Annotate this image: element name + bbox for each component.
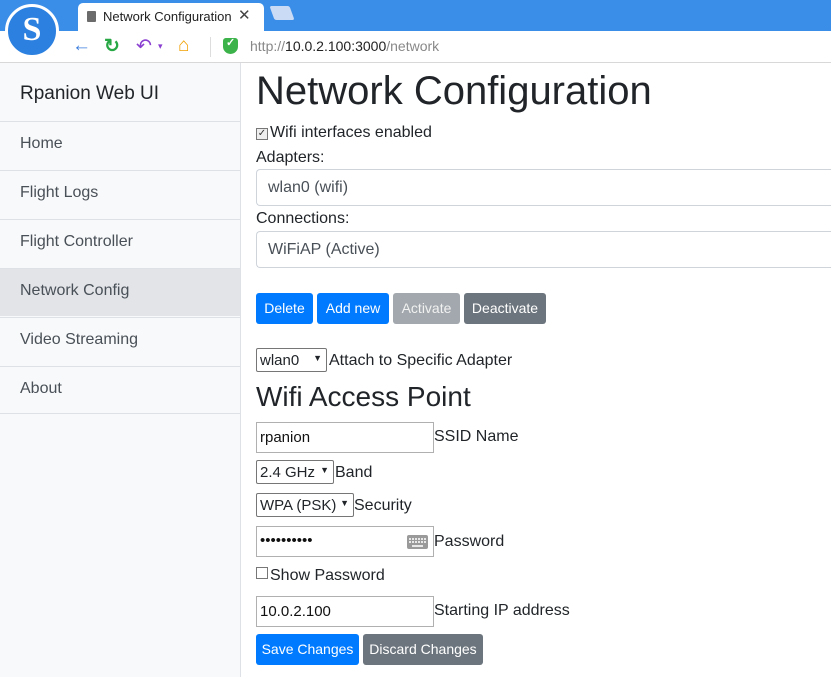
security-label: Security: [354, 497, 412, 514]
band-select[interactable]: 2.4 GHz ▼: [256, 460, 334, 484]
brand-title[interactable]: Rpanion Web UI: [20, 83, 159, 105]
starting-ip-input[interactable]: 10.0.2.100: [256, 596, 434, 627]
band-value: 2.4 GHz: [260, 464, 316, 481]
connections-label: Connections:: [256, 210, 350, 227]
keyboard-icon[interactable]: [407, 535, 428, 549]
shield-icon[interactable]: ✓: [223, 37, 238, 54]
tab-title: Network Configuration: [103, 9, 232, 24]
browser-logo-icon[interactable]: S: [5, 4, 59, 58]
security-select[interactable]: WPA (PSK) ▼: [256, 493, 354, 517]
page-icon: [87, 11, 96, 22]
attach-adapter-select[interactable]: wlan0 ▼: [256, 348, 327, 372]
chevron-down-icon: ▼: [320, 465, 329, 475]
add-new-button[interactable]: Add new: [317, 293, 389, 324]
wifi-enabled-checkbox[interactable]: ✓: [256, 128, 268, 140]
sidebar-item-flight-logs[interactable]: Flight Logs: [0, 170, 240, 218]
ssid-input[interactable]: rpanion: [256, 422, 434, 453]
connection-select-value: WiFiAP (Active): [268, 241, 380, 258]
sidebar-item-label: Video Streaming: [20, 331, 138, 348]
sidebar-item-video-streaming[interactable]: Video Streaming: [0, 317, 240, 365]
adapters-label: Adapters:: [256, 149, 325, 166]
connection-select[interactable]: WiFiAP (Active): [256, 231, 831, 268]
address-bar[interactable]: http://10.0.2.100:3000/network: [250, 38, 439, 54]
ssid-value: rpanion: [260, 429, 311, 446]
sidebar-item-label: Flight Logs: [20, 184, 99, 201]
security-value: WPA (PSK): [260, 497, 337, 514]
close-tab-icon[interactable]: ✕: [238, 6, 251, 24]
attach-adapter-label: Attach to Specific Adapter: [329, 352, 513, 369]
undo-icon[interactable]: ↶: [136, 35, 152, 58]
back-arrow-icon[interactable]: ←: [72, 35, 91, 57]
attach-adapter-value: wlan0: [260, 352, 300, 369]
chevron-down-icon: ▼: [340, 498, 349, 508]
reload-icon[interactable]: ↻: [104, 35, 120, 58]
sidebar-item-network-config[interactable]: Network Config: [0, 268, 240, 316]
starting-ip-value: 10.0.2.100: [260, 603, 331, 620]
chevron-down-icon[interactable]: ▾: [158, 41, 163, 52]
adapter-select-value: wlan0 (wifi): [268, 179, 349, 196]
activate-button[interactable]: Activate: [393, 293, 460, 324]
starting-ip-label: Starting IP address: [434, 602, 570, 619]
sidebar-item-label: About: [20, 380, 62, 397]
show-password-checkbox[interactable]: [256, 567, 268, 579]
password-input[interactable]: ••••••••••: [256, 526, 434, 557]
main-content: Network Configuration ✓ Wifi interfaces e…: [241, 63, 831, 677]
sidebar-item-label: Flight Controller: [20, 233, 133, 250]
save-changes-button[interactable]: Save Changes: [256, 634, 359, 665]
browser-tab[interactable]: Network Configuration ✕: [78, 3, 264, 31]
toolbar-divider: [210, 37, 211, 57]
url-path: /network: [386, 38, 440, 54]
password-mask: ••••••••••: [260, 532, 313, 549]
discard-changes-button[interactable]: Discard Changes: [363, 634, 483, 665]
chevron-down-icon: ▼: [313, 353, 322, 363]
sidebar-item-label: Home: [20, 135, 63, 152]
new-tab-button[interactable]: [269, 6, 295, 20]
browser-title-bar: Network Configuration ✕: [0, 0, 831, 31]
url-scheme: http://: [250, 38, 286, 54]
show-password-label: Show Password: [270, 567, 385, 584]
sidebar: Rpanion Web UI Home Flight Logs Flight C…: [0, 63, 241, 677]
sidebar-item-about[interactable]: About: [0, 366, 240, 414]
home-icon[interactable]: ⌂: [178, 35, 189, 57]
sidebar-item-home[interactable]: Home: [0, 121, 240, 169]
password-label: Password: [434, 533, 505, 550]
wifi-enabled-row: ✓ Wifi interfaces enabled: [256, 124, 432, 142]
sidebar-item-flight-controller[interactable]: Flight Controller: [0, 219, 240, 267]
ssid-label: SSID Name: [434, 428, 519, 445]
section-title: Wifi Access Point: [256, 381, 471, 412]
url-host: 10.0.2.100:3000: [285, 38, 387, 54]
show-password-row: Show Password: [256, 567, 385, 585]
band-label: Band: [335, 464, 373, 481]
deactivate-button[interactable]: Deactivate: [464, 293, 546, 324]
sidebar-item-label: Network Config: [20, 282, 130, 299]
adapter-select[interactable]: wlan0 (wifi): [256, 169, 831, 206]
wifi-enabled-label: Wifi interfaces enabled: [270, 124, 432, 141]
page-title: Network Configuration: [256, 69, 652, 113]
browser-toolbar: ← ↻ ↶ ▾ ⌂ ✓ http://10.0.2.100:3000/netwo…: [0, 31, 831, 63]
delete-button[interactable]: Delete: [256, 293, 313, 324]
